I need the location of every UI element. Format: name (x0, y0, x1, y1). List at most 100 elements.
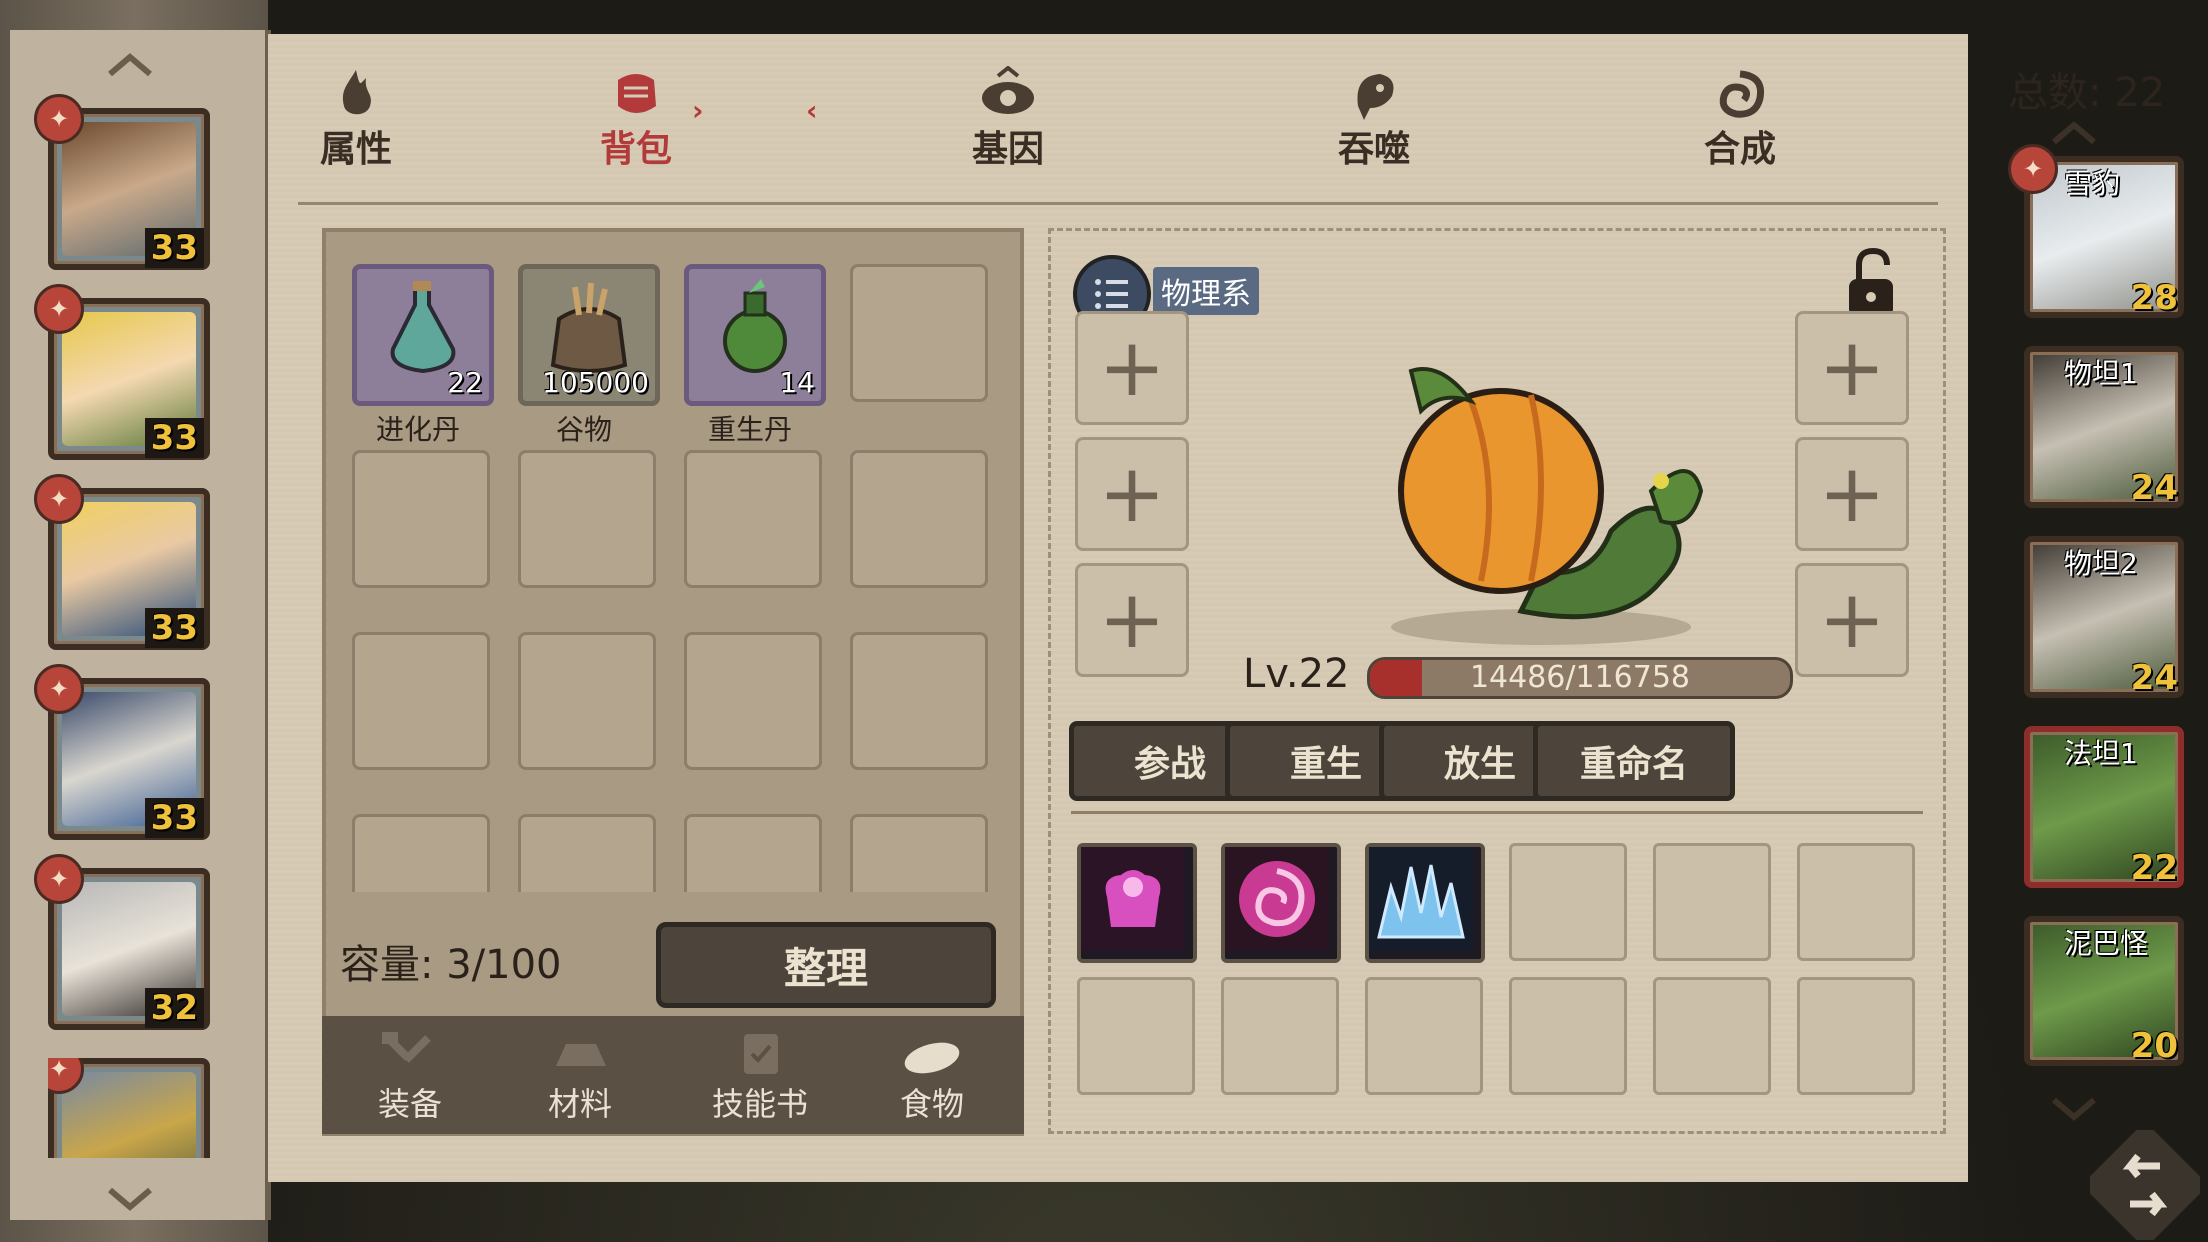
pet-card-2[interactable]: 物坦1 24 (2024, 346, 2184, 508)
inventory-slot-empty[interactable] (518, 632, 656, 770)
skill-slot-empty[interactable] (1509, 977, 1627, 1095)
class-badge-icon: ✦ (34, 284, 84, 334)
inventory-panel: 22 105000 14 进化丹 谷物 重生丹 容量: 3/100 整理 装备 … (322, 228, 1024, 1136)
pet-card-3[interactable]: 物坦2 24 (2024, 536, 2184, 698)
inventory-category-bar: 装备 材料 技能书 食物 (322, 1016, 1024, 1134)
inventory-slot-empty[interactable] (850, 450, 988, 588)
exp-text: 14486/116758 (1469, 660, 1691, 695)
inventory-grid[interactable]: 22 105000 14 进化丹 谷物 重生丹 (326, 232, 1020, 892)
pet-list-scroll-up-icon[interactable] (2044, 112, 2104, 152)
item-name: 进化丹 (375, 413, 460, 446)
class-badge-icon: ✦ (34, 664, 84, 714)
skill-slot-empty[interactable] (1509, 843, 1627, 961)
inventory-slot-empty[interactable] (684, 632, 822, 770)
skill-slot[interactable] (1077, 843, 1197, 963)
pet-card-4[interactable]: 法坦1 22 (2024, 726, 2184, 888)
eye-swirl-icon (982, 65, 1034, 114)
muscle-skill-icon (1081, 847, 1185, 951)
pet-portrait (1391, 367, 1704, 645)
fist-icon (618, 74, 656, 113)
scroll-icon (744, 1034, 778, 1074)
hero-portrait (62, 1072, 196, 1158)
pet-type-label: 物理系 (1153, 267, 1259, 315)
skill-slot-empty[interactable] (1797, 977, 1915, 1095)
scroll-up-icon[interactable] (100, 44, 160, 84)
spiral-beast-icon (1719, 70, 1765, 118)
inventory-slot-empty[interactable] (518, 450, 656, 588)
rename-button[interactable]: 重命名 (1533, 721, 1735, 801)
skill-slot-empty[interactable] (1221, 977, 1339, 1095)
inventory-slot-empty[interactable] (352, 450, 490, 588)
equip-slot[interactable]: + (1795, 311, 1909, 425)
pet-list-scroll-down-icon[interactable] (2044, 1090, 2104, 1130)
hero-card-2[interactable]: ✦ 33 (34, 284, 210, 460)
hero-card-6[interactable]: ✦ (48, 1058, 210, 1158)
equip-slot[interactable]: + (1075, 437, 1189, 551)
hero-card-1[interactable]: ✦ 33 (34, 94, 210, 270)
pet-list: ✦ 雪豹 28 物坦1 24 物坦2 24 法坦1 22 泥巴怪 20 (1978, 60, 2208, 1180)
hero-card-3[interactable]: ✦ 33 (34, 474, 210, 650)
sort-button[interactable]: 整理 (656, 922, 996, 1008)
tab-divider (298, 202, 1938, 205)
green-potion-icon (723, 279, 787, 373)
ingot-icon (556, 1044, 606, 1066)
tab-synthesis[interactable]: 合成 (1640, 56, 1840, 186)
skill-slot[interactable] (1221, 843, 1341, 963)
category-skill-books[interactable]: 技能书 (690, 1030, 830, 1124)
hero-card-4[interactable]: ✦ 33 (34, 664, 210, 840)
category-equipment[interactable]: 装备 (340, 1030, 480, 1124)
pet-level: Lv.22 (1243, 651, 1350, 697)
item-name: 重生丹 (707, 413, 792, 446)
bread-icon (904, 1042, 960, 1074)
category-food[interactable]: 食物 (862, 1030, 1002, 1124)
hammer-icon (382, 1032, 431, 1063)
exp-bar: 14486/116758 (1367, 657, 1793, 699)
dragon-head-icon (1357, 74, 1394, 120)
tab-attributes[interactable]: 属性 (256, 56, 456, 186)
pet-card-5[interactable]: 泥巴怪 20 (2024, 916, 2184, 1066)
inventory-slot-empty[interactable] (518, 814, 656, 892)
hero-sidebar: ✦ 33 ✦ 33 ✦ 33 ✦ 33 ✦ 32 ✦ (0, 0, 271, 1242)
inventory-slot-empty[interactable] (684, 814, 822, 892)
skill-slot[interactable] (1365, 843, 1485, 963)
hero-level: 32 (144, 988, 204, 1028)
flame-icon (342, 70, 371, 115)
inventory-slot-empty[interactable] (850, 814, 988, 892)
inventory-capacity: 容量: 3/100 (340, 942, 562, 988)
item-name: 谷物 (555, 413, 612, 446)
equip-slot[interactable]: + (1075, 311, 1189, 425)
skill-slot-empty[interactable] (1077, 977, 1195, 1095)
hero-level: 33 (144, 418, 204, 458)
category-materials[interactable]: 材料 (510, 1030, 650, 1124)
pet-card-1[interactable]: ✦ 雪豹 28 (2008, 144, 2184, 318)
inventory-slot-empty[interactable] (850, 632, 988, 770)
hero-level: 33 (144, 798, 204, 838)
inventory-slot-empty[interactable] (352, 814, 490, 892)
pet-divider (1071, 811, 1923, 814)
tab-bar: 属性 背包 › ‹ 基因 吞噬 合成 (268, 34, 1968, 184)
skill-slot-empty[interactable] (1365, 977, 1483, 1095)
equip-slot[interactable]: + (1795, 437, 1909, 551)
vortex-skill-icon (1225, 847, 1329, 951)
hero-level: 33 (144, 228, 204, 268)
inventory-slot-empty[interactable] (352, 632, 490, 770)
scroll-down-icon[interactable] (100, 1180, 160, 1220)
inventory-slot[interactable]: 105000 (518, 264, 660, 406)
ice-spike-skill-icon (1369, 847, 1473, 951)
tab-devour[interactable]: 吞噬 (1274, 56, 1474, 186)
tab-genes[interactable]: 基因 (908, 56, 1108, 186)
equip-slot[interactable]: + (1075, 563, 1189, 677)
skill-slot-empty[interactable] (1653, 843, 1771, 961)
hero-card-5[interactable]: ✦ 32 (34, 854, 210, 1030)
back-arrow-icon[interactable] (2090, 1130, 2200, 1240)
inventory-slot-empty[interactable] (850, 264, 988, 402)
inventory-slot[interactable]: 22 (352, 264, 494, 406)
class-badge-icon: ✦ (34, 474, 84, 524)
inventory-slot-empty[interactable] (684, 450, 822, 588)
equip-slot[interactable]: + (1795, 563, 1909, 677)
inventory-slot[interactable]: 14 (684, 264, 826, 406)
skill-slot-empty[interactable] (1797, 843, 1915, 961)
tab-backpack[interactable]: 背包 (536, 56, 736, 186)
skill-slot-empty[interactable] (1653, 977, 1771, 1095)
sword-badge-icon: ✦ (2008, 144, 2058, 194)
